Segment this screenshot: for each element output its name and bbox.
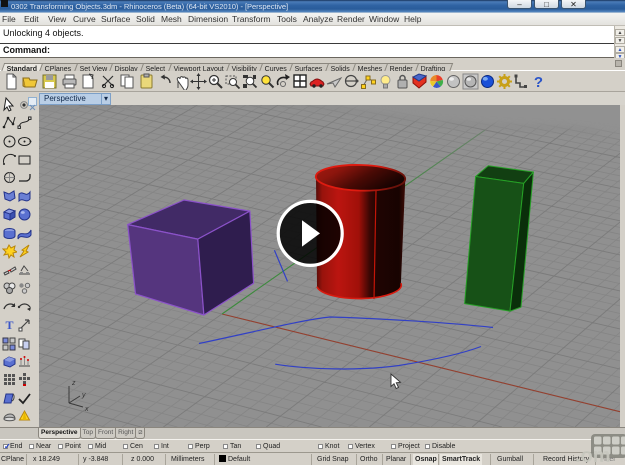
svg-text:x: x (84, 406, 89, 413)
svg-text:.om: .om (575, 445, 611, 465)
svg-text:z: z (71, 380, 76, 387)
svg-text:T: T (5, 318, 13, 332)
svg-text:y: y (81, 392, 86, 399)
svg-text:?: ? (533, 74, 542, 90)
